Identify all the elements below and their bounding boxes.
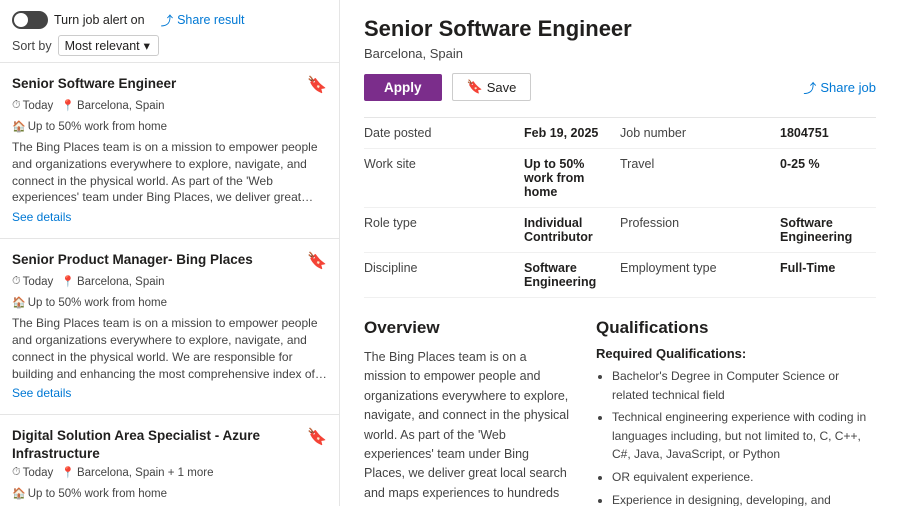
top-row: Turn job alert on ⤴ Share result: [12, 10, 327, 29]
job-card-header: Senior Software Engineer 🔖: [12, 75, 327, 95]
role-type-label: Role type: [364, 208, 524, 253]
home-icon: 🏠: [12, 487, 26, 500]
job-location: 📍 Barcelona, Spain: [61, 99, 164, 112]
sort-option: Most relevant: [65, 39, 140, 53]
clock-icon: ⏱: [12, 99, 21, 112]
required-qualifications-label: Required Qualifications:: [596, 346, 876, 361]
work-site-value: Up to 50% work from home: [524, 149, 620, 208]
date-posted-value: Feb 19, 2025: [524, 118, 620, 149]
job-card[interactable]: Senior Software Engineer 🔖 ⏱ Today 📍 Bar…: [0, 63, 339, 239]
job-card-header: Digital Solution Area Specialist - Azure…: [12, 427, 327, 462]
toggle-label: Turn job alert on: [54, 13, 145, 27]
job-location: 📍 Barcelona, Spain + 1 more: [61, 466, 213, 479]
overview-paragraph-1: The Bing Places team is on a mission to …: [364, 348, 572, 506]
discipline-value: Software Engineering: [524, 253, 620, 298]
details-grid: Date posted Feb 19, 2025 Job number 1804…: [364, 117, 876, 298]
job-card[interactable]: Digital Solution Area Specialist - Azure…: [0, 415, 339, 506]
home-icon: 🏠: [12, 296, 26, 309]
bookmark-icon: 🔖: [467, 79, 483, 95]
profession-label: Profession: [620, 208, 780, 253]
see-details-link[interactable]: See details: [12, 386, 71, 400]
job-work-mode: 🏠 Up to 50% work from home: [12, 487, 167, 500]
share-job-button[interactable]: ⤴ Share job: [803, 78, 876, 97]
sort-select[interactable]: Most relevant ▾: [58, 35, 159, 56]
right-panel: Senior Software Engineer Barcelona, Spai…: [340, 0, 900, 506]
overview-section: Overview The Bing Places team is on a mi…: [364, 318, 572, 506]
bookmark-icon[interactable]: 🔖: [307, 427, 327, 447]
bookmark-icon[interactable]: 🔖: [307, 251, 327, 271]
job-card-title: Senior Product Manager- Bing Places: [12, 251, 299, 269]
date-posted-label: Date posted: [364, 118, 524, 149]
share-result-label: Share result: [177, 13, 244, 27]
qualification-item: Technical engineering experience with co…: [612, 408, 876, 464]
job-work-mode: 🏠 Up to 50% work from home: [12, 296, 167, 309]
job-card[interactable]: Senior Product Manager- Bing Places 🔖 ⏱ …: [0, 239, 339, 415]
employment-type-value: Full-Time: [780, 253, 876, 298]
content-columns: Overview The Bing Places team is on a mi…: [364, 318, 876, 506]
home-icon: 🏠: [12, 120, 26, 133]
qualifications-section: Qualifications Required Qualifications: …: [596, 318, 876, 506]
location-icon: 📍: [61, 275, 75, 288]
share-icon: ⤴: [161, 10, 174, 29]
job-date: ⏱ Today: [12, 466, 53, 479]
qualifications-list: Bachelor's Degree in Computer Science or…: [596, 367, 876, 506]
job-location: 📍 Barcelona, Spain: [61, 275, 164, 288]
job-number-value: 1804751: [780, 118, 876, 149]
job-card-header: Senior Product Manager- Bing Places 🔖: [12, 251, 327, 271]
discipline-label: Discipline: [364, 253, 524, 298]
location-icon: 📍: [61, 466, 75, 479]
save-button[interactable]: 🔖 Save: [452, 73, 532, 101]
job-detail-title: Senior Software Engineer: [364, 16, 876, 42]
job-alert-toggle[interactable]: [12, 11, 48, 29]
job-date: ⏱ Today: [12, 275, 53, 288]
sort-row: Sort by Most relevant ▾: [12, 35, 327, 56]
sort-by-label: Sort by: [12, 39, 52, 53]
qualification-item: OR equivalent experience.: [612, 468, 876, 487]
share-result-button[interactable]: ⤴ Share result: [161, 10, 245, 29]
job-card-title: Digital Solution Area Specialist - Azure…: [12, 427, 299, 462]
toggle-container[interactable]: Turn job alert on: [12, 11, 145, 29]
bookmark-icon[interactable]: 🔖: [307, 75, 327, 95]
clock-icon: ⏱: [12, 466, 21, 479]
job-description: The Bing Places team is on a mission to …: [12, 139, 327, 206]
job-list: Senior Software Engineer 🔖 ⏱ Today 📍 Bar…: [0, 63, 339, 506]
travel-value: 0-25 %: [780, 149, 876, 208]
chevron-down-icon: ▾: [144, 38, 150, 53]
see-details-link[interactable]: See details: [12, 210, 71, 224]
left-panel: Turn job alert on ⤴ Share result Sort by…: [0, 0, 340, 506]
overview-title: Overview: [364, 318, 572, 338]
apply-button[interactable]: Apply: [364, 74, 442, 101]
qualifications-title: Qualifications: [596, 318, 876, 338]
job-meta: ⏱ Today 📍 Barcelona, Spain + 1 more 🏠 Up…: [12, 466, 327, 500]
job-meta: ⏱ Today 📍 Barcelona, Spain 🏠 Up to 50% w…: [12, 99, 327, 133]
qualification-item: Experience in designing, developing, and…: [612, 491, 876, 506]
clock-icon: ⏱: [12, 275, 21, 288]
top-controls: Turn job alert on ⤴ Share result Sort by…: [0, 0, 339, 63]
profession-value: Software Engineering: [780, 208, 876, 253]
action-row: Apply 🔖 Save ⤴ Share job: [364, 73, 876, 101]
role-type-value: Individual Contributor: [524, 208, 620, 253]
job-card-title: Senior Software Engineer: [12, 75, 299, 93]
share-icon: ⤴: [803, 78, 816, 97]
employment-type-label: Employment type: [620, 253, 780, 298]
work-site-label: Work site: [364, 149, 524, 208]
travel-label: Travel: [620, 149, 780, 208]
job-date: ⏱ Today: [12, 99, 53, 112]
qualification-item: Bachelor's Degree in Computer Science or…: [612, 367, 876, 404]
job-description: The Bing Places team is on a mission to …: [12, 315, 327, 382]
location-icon: 📍: [61, 99, 75, 112]
job-detail-location: Barcelona, Spain: [364, 46, 876, 61]
job-number-label: Job number: [620, 118, 780, 149]
job-work-mode: 🏠 Up to 50% work from home: [12, 120, 167, 133]
job-meta: ⏱ Today 📍 Barcelona, Spain 🏠 Up to 50% w…: [12, 275, 327, 309]
